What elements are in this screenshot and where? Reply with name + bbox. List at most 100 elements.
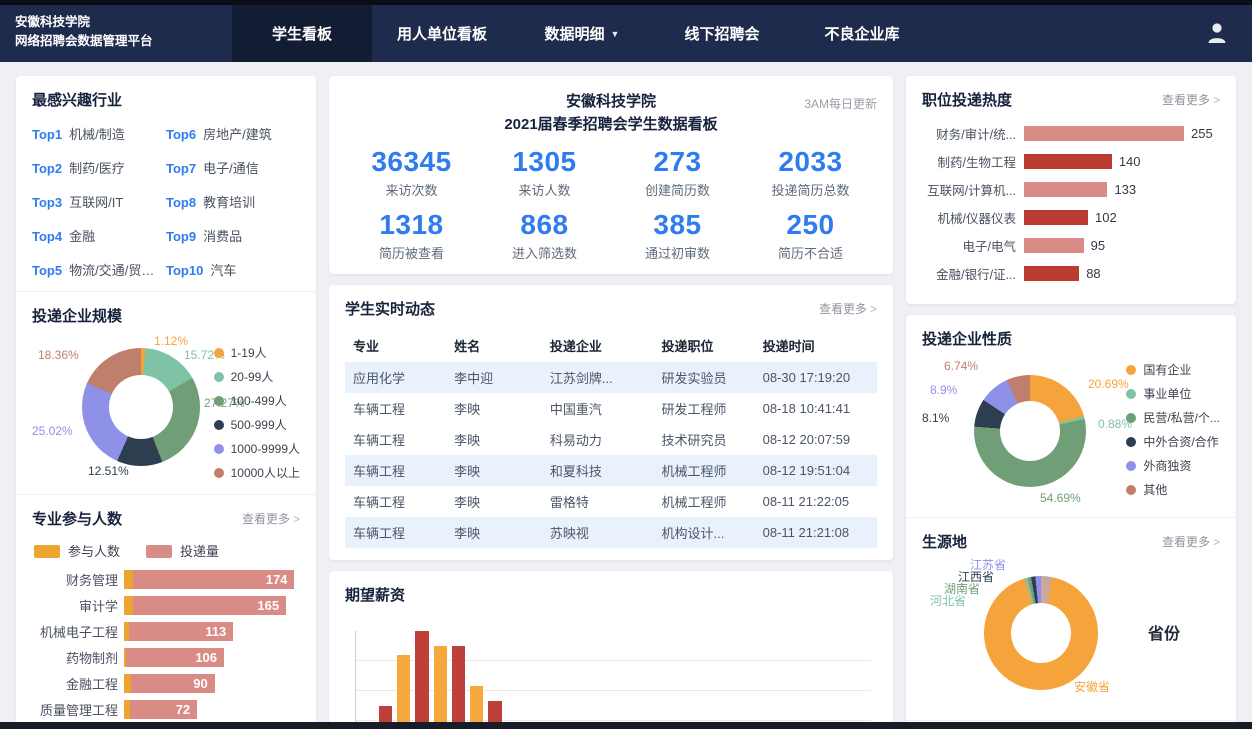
unit-label: 省份	[1148, 620, 1180, 644]
major-bar-row: 质量管理工程72	[32, 700, 300, 719]
legend-item[interactable]: 20-99人	[214, 368, 300, 385]
legend-swatch-icon	[146, 545, 172, 558]
major-bar-row: 金融工程90	[32, 674, 300, 693]
legend-label: 外商独资	[1143, 457, 1191, 474]
tab-数据明细[interactable]: 数据明细▼	[512, 5, 652, 62]
majors-more-link[interactable]: 查看更多>	[242, 510, 300, 527]
legend-label: 10000人以上	[231, 464, 300, 481]
stat-item: 1318简历被查看	[345, 209, 478, 262]
industry-item: Top7电子/通信	[166, 158, 300, 177]
legend-item[interactable]: 外商独资	[1126, 457, 1220, 474]
major-name: 财务管理	[32, 570, 124, 589]
table-column-header: 投递职位	[654, 329, 755, 362]
activity-more-link[interactable]: 查看更多>	[819, 300, 877, 317]
stat-item: 273创建简历数	[611, 146, 744, 199]
legend-item[interactable]: 国有企业	[1126, 361, 1220, 378]
chart-legend: 1-19人 20-99人 100-499人 500-999人 1000-9999人 100…	[214, 344, 300, 488]
legend-item[interactable]: 中外合资/合作	[1126, 433, 1220, 450]
table-cell: 08-12 19:51:04	[755, 455, 877, 486]
jobs-more-link[interactable]: 查看更多>	[1162, 91, 1220, 108]
donut-slice-label: 20.69%	[1088, 377, 1129, 391]
tab-线下招聘会[interactable]: 线下招聘会	[652, 5, 792, 62]
salary-bar	[397, 655, 410, 729]
navbar: 安徽科技学院 网络招聘会数据管理平台 学生看板 用人单位看板 数据明细▼ 线下招聘会 不…	[0, 5, 1252, 62]
job-name: 制药/生物工程	[922, 152, 1024, 171]
table-cell: 李映	[446, 455, 542, 486]
major-bar-row: 审计学165	[32, 596, 300, 615]
industry-item: Top4金融	[32, 226, 166, 245]
major-name: 质量管理工程	[32, 700, 124, 719]
user-icon[interactable]	[1204, 19, 1230, 50]
donut-slice-label: 1.12%	[154, 334, 188, 348]
legend-item[interactable]: 其他	[1126, 481, 1220, 498]
donut-ring	[82, 348, 200, 466]
legend-dot-icon	[214, 468, 224, 478]
job-value: 255	[1191, 126, 1213, 141]
legend-item[interactable]: 事业单位	[1126, 385, 1220, 402]
table-row: 车辆工程李映科易动力技术研究员08-12 20:07:59	[345, 424, 877, 455]
table-column-header: 姓名	[446, 329, 542, 362]
stat-label: 简历被查看	[345, 243, 478, 262]
legend-dot-icon	[214, 372, 224, 382]
job-bar-row: 财务/审计/统...255	[922, 124, 1220, 143]
table-cell: 车辆工程	[345, 424, 446, 455]
chevron-right-icon: >	[1213, 93, 1220, 107]
legend-item[interactable]: 民营/私营/个...	[1126, 409, 1220, 426]
brand-line1: 安徽科技学院	[15, 13, 232, 32]
job-bar	[1024, 126, 1184, 141]
legend-item[interactable]: 100-499人	[214, 392, 300, 409]
job-bar-row: 制药/生物工程140	[922, 152, 1220, 171]
stat-item: 385 通过初审数	[611, 209, 744, 262]
legend-item[interactable]: 参与人数	[34, 541, 120, 560]
tab-label: 线下招聘会	[684, 23, 759, 44]
submissions-bar: 90	[131, 674, 214, 693]
industry-item: Top3互联网/IT	[32, 192, 166, 211]
job-bar	[1024, 238, 1084, 253]
donut-ring	[974, 375, 1086, 487]
table-cell: 和夏科技	[542, 455, 654, 486]
interest-title: 最感兴趣行业	[32, 89, 122, 110]
legend-dot-icon	[214, 444, 224, 454]
chevron-right-icon: >	[293, 512, 300, 526]
bottom-dark-strip	[0, 722, 1252, 729]
origin-more-link[interactable]: 查看更多>	[1162, 533, 1220, 550]
legend-item[interactable]: 500-999人	[214, 416, 300, 433]
stat-label: 通过初审数	[611, 243, 744, 262]
overview-stats: 36345来访次数1305来访人数273创建简历数2033投递简历总数1318简…	[345, 146, 877, 262]
legend-dot-icon	[214, 420, 224, 430]
legend-dot-icon	[1126, 461, 1136, 471]
dashboard-body: 最感兴趣行业 Top1机械/制造Top2制药/医疗Top3互联网/ITTop4金…	[0, 62, 1252, 729]
activity-title: 学生实时动态	[345, 298, 435, 319]
legend-dot-icon	[1126, 485, 1136, 495]
donut-ring	[984, 576, 1098, 690]
tab-label: 用人单位看板	[397, 23, 487, 44]
industry-item: Top2制药/医疗	[32, 158, 166, 177]
table-cell: 车辆工程	[345, 455, 446, 486]
tab-学生看板[interactable]: 学生看板	[232, 5, 372, 62]
stat-label: 简历不合适	[744, 243, 877, 262]
section-salary: 期望薪资 30006000900012000150001800021000240…	[329, 571, 893, 729]
brand-title: 安徽科技学院 网络招聘会数据管理平台	[0, 5, 232, 62]
stat-value: 868	[478, 209, 611, 241]
tab-不良企业库[interactable]: 不良企业库	[792, 5, 932, 62]
legend-item[interactable]: 10000人以上	[214, 464, 300, 481]
chevron-right-icon: >	[1213, 535, 1220, 549]
donut-slice-label: 安徽省	[1074, 678, 1110, 695]
section-overview: 安徽科技学院 2021届春季招聘会学生数据看板 3AM每日更新 36345来访次…	[329, 76, 893, 274]
legend-item[interactable]: 投递量	[146, 541, 219, 560]
table-cell: 08-12 20:07:59	[755, 424, 877, 455]
stat-label: 进入筛选数	[478, 243, 611, 262]
stat-value: 385	[611, 209, 744, 241]
donut-slice-label: 12.51%	[88, 464, 129, 478]
legend-item[interactable]: 1000-9999人	[214, 440, 300, 457]
table-row: 车辆工程李映中国重汽研发工程师08-18 10:41:41	[345, 393, 877, 424]
table-row: 车辆工程李映苏映视机构设计...08-11 21:21:08	[345, 517, 877, 548]
company-size-donut-chart: 1.12%15.72%27.27%12.51%25.02%18.36%1-19人…	[32, 334, 300, 482]
tab-用人单位看板[interactable]: 用人单位看板	[372, 5, 512, 62]
legend-item[interactable]: 1-19人	[214, 344, 300, 361]
table-row: 车辆工程李映和夏科技机械工程师08-12 19:51:04	[345, 455, 877, 486]
table-cell: 苏映视	[542, 517, 654, 548]
table-column-header: 投递企业	[542, 329, 654, 362]
job-bar-row: 电子/电气95	[922, 236, 1220, 255]
submissions-bar: 106	[126, 648, 224, 667]
